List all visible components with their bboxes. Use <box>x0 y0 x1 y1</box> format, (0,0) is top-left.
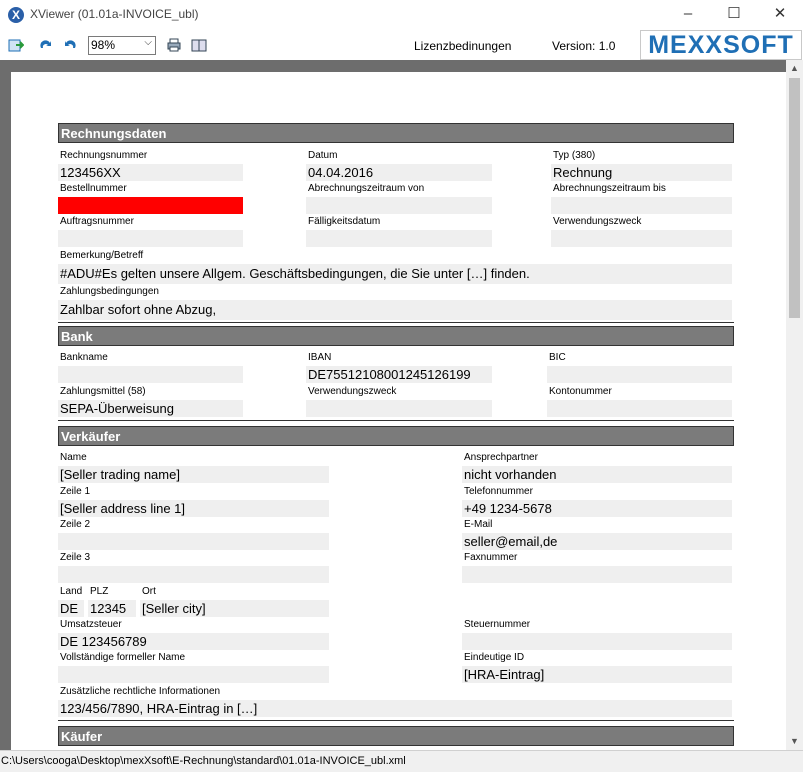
file-path: C:\Users\cooga\Desktop\mexXsoft\E-Rechnu… <box>1 755 406 767</box>
section-header-verkaeufer: Verkäufer <box>58 426 734 446</box>
label-eindeutige-id: Eindeutige ID <box>464 652 525 663</box>
field-zeile2 <box>58 533 329 550</box>
field-umsatzsteuer: DE 123456789 <box>58 633 329 650</box>
label-land: Land <box>60 586 83 597</box>
scrollbar-thumb[interactable] <box>789 78 800 318</box>
section-header-bank: Bank <box>58 326 734 346</box>
label-zeile2: Zeile 2 <box>60 519 91 530</box>
label-faelligkeitsdatum: Fälligkeitsdatum <box>308 216 381 227</box>
label-datum: Datum <box>308 150 338 161</box>
minimize-button[interactable]: – <box>665 0 711 30</box>
label-name: Name <box>60 452 87 463</box>
field-ansprechpartner: nicht vorhanden <box>462 466 732 483</box>
field-name: [Seller trading name] <box>58 466 329 483</box>
scroll-up-icon[interactable]: ▲ <box>790 63 799 73</box>
label-verwendungszweck: Verwendungszweck <box>553 216 642 227</box>
document-viewer: Rechnungsdaten Rechnungsnummer 123456XX … <box>0 60 786 750</box>
field-zahlungsbedingungen: Zahlbar sofort ohne Abzug, <box>58 300 732 320</box>
field-zeile3 <box>58 566 329 583</box>
label-typ: Typ (380) <box>553 150 596 161</box>
field-kontonummer <box>547 400 732 417</box>
label-zeile3: Zeile 3 <box>60 552 91 563</box>
field-zahlungsmittel: SEPA-Überweisung <box>58 400 243 417</box>
scroll-down-icon[interactable]: ▼ <box>790 736 799 746</box>
field-ort: [Seller city] <box>140 600 329 617</box>
close-button[interactable]: ✕ <box>757 0 803 30</box>
field-bankname <box>58 366 243 383</box>
xviewer-logo-icon: X <box>8 7 24 23</box>
book-icon[interactable] <box>191 37 207 53</box>
label-bic: BIC <box>549 352 566 363</box>
field-auftragsnummer <box>58 230 243 247</box>
section-header-rechnungsdaten: Rechnungsdaten <box>58 123 734 143</box>
field-bic <box>547 366 732 383</box>
status-bar: C:\Users\cooga\Desktop\mexXsoft\E-Rechnu… <box>0 750 803 772</box>
maximize-button[interactable]: ☐ <box>711 0 757 30</box>
field-zeile1: [Seller address line 1] <box>58 500 329 517</box>
field-bank-verwendungszweck <box>306 400 492 417</box>
section-header-kaeufer: Käufer <box>58 726 734 746</box>
field-email: seller@email,de <box>462 533 732 550</box>
field-zeitraum-von <box>306 197 492 214</box>
field-verwendungszweck <box>551 230 732 247</box>
field-eindeutige-id: [HRA-Eintrag] <box>462 666 732 683</box>
field-bemerkung: #ADU#Es gelten unsere Allgem. Geschäftsb… <box>58 264 732 284</box>
label-kontonummer: Kontonummer <box>549 386 612 397</box>
label-formeller-name: Vollständige formeller Name <box>60 652 186 663</box>
field-iban: DE75512108001245126199 <box>306 366 492 383</box>
label-iban: IBAN <box>308 352 332 363</box>
label-rechnungsnummer: Rechnungsnummer <box>60 150 148 161</box>
field-faelligkeitsdatum <box>306 230 492 247</box>
label-zusatz: Zusätzliche rechtliche Informationen <box>60 686 221 697</box>
document-page: Rechnungsdaten Rechnungsnummer 123456XX … <box>11 72 786 750</box>
label-steuernummer: Steuernummer <box>464 619 531 630</box>
vertical-scrollbar[interactable]: ▲ ▼ <box>786 60 803 750</box>
label-bestellnummer: Bestellnummer <box>60 183 127 194</box>
open-file-icon[interactable] <box>8 37 25 53</box>
divider <box>58 720 734 721</box>
label-plz: PLZ <box>90 586 109 597</box>
field-plz: 12345 <box>88 600 136 617</box>
field-rechnungsnummer: 123456XX <box>58 164 243 181</box>
field-formeller-name <box>58 666 329 683</box>
label-auftragsnummer: Auftragsnummer <box>60 216 134 227</box>
window-title: XViewer (01.01a-INVOICE_ubl) <box>30 7 199 21</box>
label-umsatzsteuer: Umsatzsteuer <box>60 619 122 630</box>
label-zeitraum-von: Abrechnungszeitraum von <box>308 183 425 194</box>
label-ort: Ort <box>142 586 156 597</box>
zoom-select[interactable]: 98% ⌵ <box>88 36 156 55</box>
field-telefon: +49 1234-5678 <box>462 500 732 517</box>
print-icon[interactable] <box>166 37 182 53</box>
license-link[interactable]: Lizenzbedinungen <box>414 39 511 53</box>
field-typ: Rechnung <box>551 164 732 181</box>
field-datum: 04.04.2016 <box>306 164 492 181</box>
label-bank-verwendungszweck: Verwendungszweck <box>308 386 397 397</box>
title-bar: X XViewer (01.01a-INVOICE_ubl) – ☐ ✕ <box>0 0 803 30</box>
version-label: Version: 1.0 <box>552 39 616 53</box>
zoom-value: 98% <box>91 38 116 52</box>
label-ansprechpartner: Ansprechpartner <box>464 452 538 463</box>
field-fax <box>462 566 732 583</box>
label-bankname: Bankname <box>60 352 108 363</box>
label-zeitraum-bis: Abrechnungszeitraum bis <box>553 183 666 194</box>
label-zeile1: Zeile 1 <box>60 486 91 497</box>
label-fax: Faxnummer <box>464 552 518 563</box>
label-zahlungsbedingungen: Zahlungsbedingungen <box>60 286 159 297</box>
field-zeitraum-bis <box>551 197 732 214</box>
chevron-down-icon: ⌵ <box>144 37 152 48</box>
undo-icon[interactable] <box>62 37 78 53</box>
mexxsoft-logo: MEXXSOFT <box>640 30 802 60</box>
label-email: E-Mail <box>464 519 493 530</box>
field-zusatz: 123/456/7890, HRA-Eintrag in […] <box>58 700 732 717</box>
divider <box>58 322 734 323</box>
label-bemerkung: Bemerkung/Betreff <box>60 250 144 261</box>
field-steuernummer <box>462 633 732 650</box>
field-bestellnummer <box>58 197 243 214</box>
label-zahlungsmittel: Zahlungsmittel (58) <box>60 386 146 397</box>
divider <box>58 420 734 421</box>
label-telefon: Telefonnummer <box>464 486 533 497</box>
redo-icon[interactable] <box>38 37 54 53</box>
field-land: DE <box>58 600 84 617</box>
